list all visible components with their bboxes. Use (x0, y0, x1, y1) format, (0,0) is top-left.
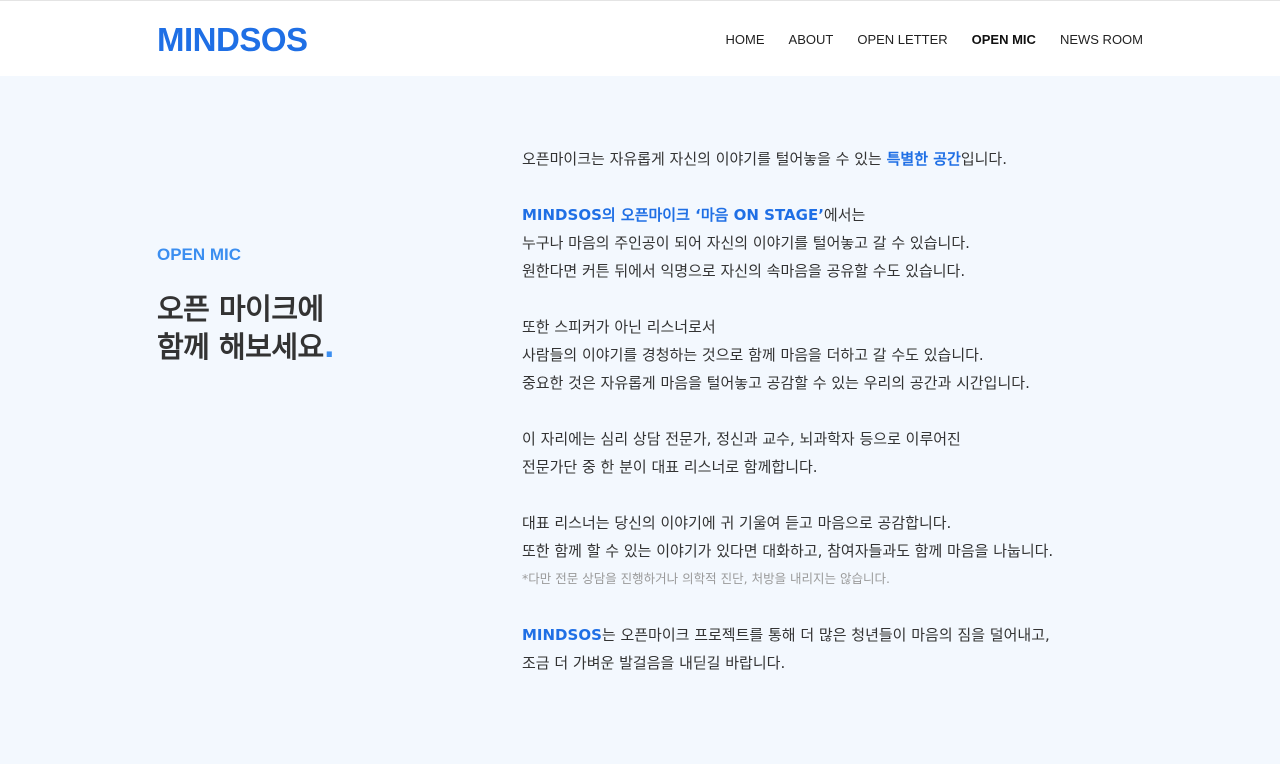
p6-highlight: MINDSOS (522, 626, 602, 644)
paragraph-3-line-2: 사람들의 이야기를 경청하는 것으로 함께 마음을 더하고 갈 수도 있습니다. (522, 346, 984, 364)
section-label: OPEN MIC (157, 245, 242, 264)
paragraph-5-line-1: 대표 리스너는 당신의 이야기에 귀 기울여 듣고 마음으로 공감합니다. (522, 514, 952, 532)
paragraph-2-line-3: 원한다면 커튼 뒤에서 익명으로 자신의 속마음을 공유할 수도 있습니다. (522, 262, 966, 280)
paragraph-2-line-2: 누구나 마음의 주인공이 되어 자신의 이야기를 털어놓고 갈 수 있습니다. (522, 234, 970, 252)
nav-news-room[interactable]: NEWS ROOM (1060, 32, 1143, 48)
page-headline: 오픈 마이크에 함께 해보세요. (157, 290, 335, 366)
disclaimer-note: *다만 전문 상담을 진행하거나 의학적 진단, 처방을 내리지는 않습니다. (522, 571, 890, 586)
headline-line-1: 오픈 마이크에 (157, 292, 324, 326)
main-nav: HOME ABOUT OPEN LETTER OPEN MIC NEWS ROO… (726, 32, 1143, 48)
paragraph-2-line-1: MINDSOS의 오픈마이크 ‘마음 ON STAGE’에서는 (522, 201, 1162, 229)
nav-open-letter[interactable]: OPEN LETTER (857, 32, 947, 48)
p6-text: 는 오픈마이크 프로젝트를 통해 더 많은 청년들이 마음의 짐을 덜어내고, (601, 626, 1050, 644)
nav-home[interactable]: HOME (726, 32, 765, 48)
headline-line-2: 함께 해보세요. (157, 328, 335, 366)
headline-dot: . (323, 330, 335, 364)
nav-open-mic[interactable]: OPEN MIC (972, 32, 1036, 48)
paragraph-6-line-1: MINDSOS는 오픈마이크 프로젝트를 통해 더 많은 청년들이 마음의 짐을… (522, 621, 1162, 649)
mindsos-logo[interactable]: MINDSOS (157, 23, 308, 57)
p2-text: 에서는 (823, 206, 866, 224)
p2-highlight: MINDSOS의 오픈마이크 ‘마음 ON STAGE’ (522, 206, 824, 224)
paragraph-4-line-1: 이 자리에는 심리 상담 전문가, 정신과 교수, 뇌과학자 등으로 이루어진 (522, 430, 961, 448)
open-mic-description: 오픈마이크는 자유롭게 자신의 이야기를 털어놓을 수 있는 특별한 공간입니다… (522, 145, 1162, 677)
p1-text-end: 입니다. (960, 150, 1007, 168)
site-header: MINDSOS HOME ABOUT OPEN LETTER OPEN MIC … (0, 0, 1280, 76)
paragraph-4-line-2: 전문가단 중 한 분이 대표 리스너로 함께합니다. (522, 458, 818, 476)
p1-text: 오픈마이크는 자유롭게 자신의 이야기를 털어놓을 수 있는 (522, 150, 887, 168)
paragraph-1: 오픈마이크는 자유롭게 자신의 이야기를 털어놓을 수 있는 특별한 공간입니다… (522, 145, 1162, 173)
paragraph-3-line-3: 중요한 것은 자유롭게 마음을 털어놓고 공감할 수 있는 우리의 공간과 시간… (522, 374, 1030, 392)
paragraph-5-line-2: 또한 함께 할 수 있는 이야기가 있다면 대화하고, 참여자들과도 함께 마음… (522, 542, 1054, 560)
paragraph-6-line-2: 조금 더 가벼운 발걸음을 내딛길 바랍니다. (522, 654, 786, 672)
p1-highlight: 특별한 공간 (886, 150, 961, 168)
nav-about[interactable]: ABOUT (789, 32, 834, 48)
paragraph-3-line-1: 또한 스피커가 아닌 리스너로서 (522, 318, 716, 336)
headline-line-2-text: 함께 해보세요 (157, 330, 324, 364)
